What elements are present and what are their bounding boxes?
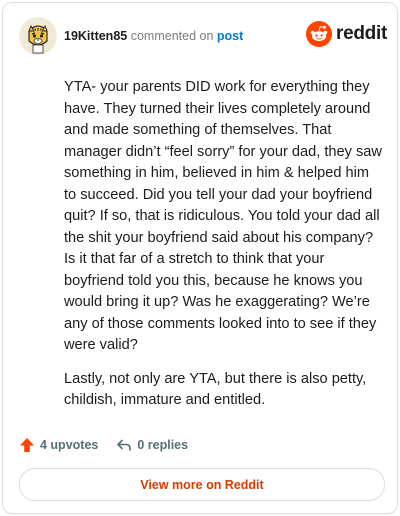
- username-link[interactable]: 19Kitten85: [64, 29, 127, 43]
- comment-header: 19Kitten85 commented on post reddit: [19, 17, 387, 57]
- comment-paragraph: Lastly, not only are YTA, but there is a…: [64, 370, 367, 409]
- comment-footer: 4 upvotes 0 replies: [19, 434, 206, 456]
- comment-meta: 19Kitten85 commented on post: [64, 29, 243, 43]
- reddit-logo[interactable]: reddit: [306, 21, 387, 47]
- comment-body: YTA- your parents DID work for everythin…: [64, 77, 384, 424]
- avatar[interactable]: [19, 17, 57, 55]
- upvote-count: 4 upvotes: [40, 438, 99, 452]
- reply-button[interactable]: 0 replies: [116, 437, 188, 453]
- commented-on-text: commented on: [130, 29, 214, 43]
- reddit-wordmark: reddit: [336, 23, 387, 44]
- upvote-button[interactable]: 4 upvotes: [19, 437, 98, 453]
- comment-embed-card: 19Kitten85 commented on post reddit YTA-…: [2, 2, 398, 514]
- view-more-on-reddit-button[interactable]: View more on Reddit: [19, 468, 385, 501]
- upvote-arrow-icon: [20, 438, 34, 452]
- reply-count: 0 replies: [137, 438, 189, 452]
- reply-arrow-icon: [117, 439, 132, 451]
- reddit-logo-icon: [306, 21, 333, 47]
- post-link[interactable]: post: [217, 29, 243, 43]
- comment-paragraph: YTA- your parents DID work for everythin…: [64, 79, 382, 353]
